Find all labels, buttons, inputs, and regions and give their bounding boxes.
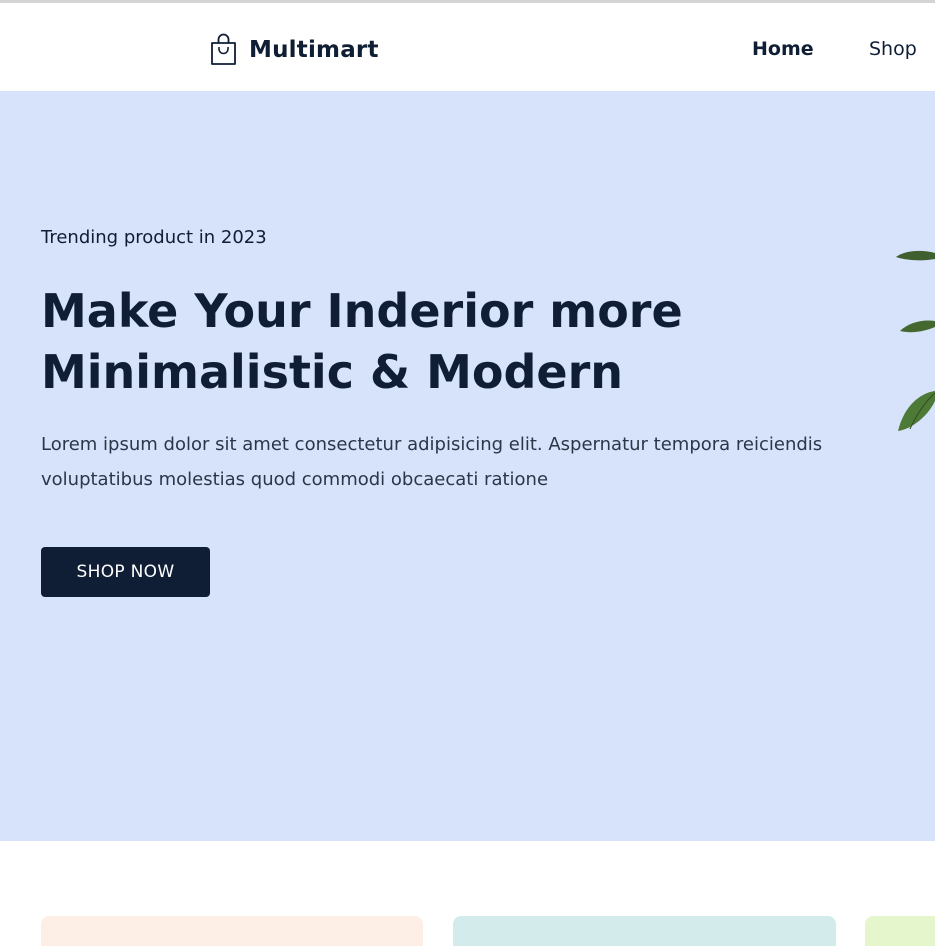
- hero-subtitle: Trending product in 2023: [41, 227, 267, 248]
- site-header: Multimart Home Shop: [0, 3, 935, 91]
- nav-item-home[interactable]: Home: [752, 38, 814, 60]
- brand-name: Multimart: [249, 36, 379, 63]
- hero-description: Lorem ipsum dolor sit amet consectetur a…: [41, 434, 823, 490]
- plant-image: [896, 250, 935, 431]
- hero-section: Trending product in 2023 Make Your Inder…: [0, 91, 935, 841]
- hero-title: Make Your Inderior more Minimalistic & M…: [41, 281, 801, 403]
- category-cards: [0, 841, 935, 946]
- category-card-1[interactable]: [41, 916, 423, 946]
- shopping-bag-icon: [211, 33, 236, 65]
- hero-title-line-2: Minimalistic & Modern: [41, 345, 624, 399]
- brand-logo[interactable]: Multimart: [209, 33, 379, 66]
- nav-item-shop[interactable]: Shop: [869, 38, 917, 60]
- hero-title-line-1: Make Your Inderior more: [41, 284, 683, 338]
- category-card-3[interactable]: [865, 916, 935, 946]
- shop-now-button[interactable]: SHOP NOW: [41, 547, 210, 597]
- category-card-2[interactable]: [453, 916, 836, 946]
